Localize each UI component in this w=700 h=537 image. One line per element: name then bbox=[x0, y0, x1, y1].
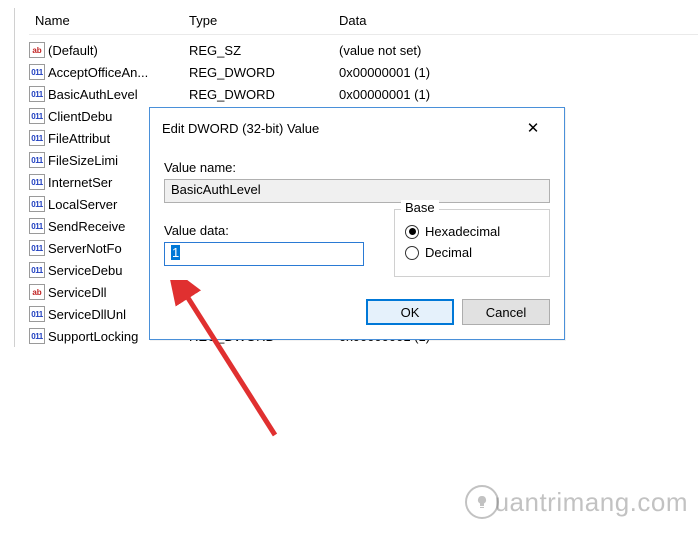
radio-icon bbox=[405, 246, 419, 260]
row-name: ServiceDllUnl bbox=[48, 307, 126, 322]
row-data: (value not set) bbox=[339, 43, 698, 58]
row-name: (Default) bbox=[48, 43, 98, 58]
row-name: FileAttribut bbox=[48, 131, 110, 146]
edit-dword-dialog: Edit DWORD (32-bit) Value ✕ Value name: … bbox=[149, 107, 565, 340]
cancel-button[interactable]: Cancel bbox=[462, 299, 550, 325]
radio-decimal[interactable]: Decimal bbox=[405, 245, 539, 260]
close-icon: ✕ bbox=[527, 119, 540, 137]
base-legend: Base bbox=[401, 200, 439, 215]
reg-binary-icon bbox=[29, 174, 45, 190]
value-data-label: Value data: bbox=[164, 223, 364, 238]
watermark: uantrimang.com bbox=[465, 485, 688, 519]
row-name: SupportLocking bbox=[48, 329, 138, 344]
ok-button[interactable]: OK bbox=[366, 299, 454, 325]
bulb-icon bbox=[465, 485, 499, 519]
row-data: 0x00000001 (1) bbox=[339, 65, 698, 80]
reg-binary-icon bbox=[29, 218, 45, 234]
col-header-data[interactable]: Data bbox=[339, 13, 698, 28]
row-name: ClientDebu bbox=[48, 109, 112, 124]
radio-label: Hexadecimal bbox=[425, 224, 500, 239]
registry-row[interactable]: BasicAuthLevel REG_DWORD0x00000001 (1) bbox=[29, 83, 698, 105]
watermark-text: uantrimang.com bbox=[495, 487, 688, 518]
col-header-type[interactable]: Type bbox=[189, 13, 339, 28]
reg-binary-icon bbox=[29, 108, 45, 124]
value-data-input[interactable]: 1 bbox=[164, 242, 364, 266]
reg-string-icon: ab bbox=[29, 42, 45, 58]
reg-string-icon: ab bbox=[29, 284, 45, 300]
value-name-field: BasicAuthLevel bbox=[164, 179, 550, 203]
registry-row[interactable]: ab(Default) REG_SZ(value not set) bbox=[29, 39, 698, 61]
row-name: BasicAuthLevel bbox=[48, 87, 138, 102]
row-name: FileSizeLimi bbox=[48, 153, 118, 168]
reg-binary-icon bbox=[29, 152, 45, 168]
row-name: ServerNotFo bbox=[48, 241, 122, 256]
reg-binary-icon bbox=[29, 328, 45, 344]
row-name: LocalServer bbox=[48, 197, 117, 212]
close-button[interactable]: ✕ bbox=[512, 116, 554, 140]
row-type: REG_DWORD bbox=[189, 65, 339, 80]
reg-binary-icon bbox=[29, 130, 45, 146]
registry-row[interactable]: AcceptOfficeAn... REG_DWORD0x00000001 (1) bbox=[29, 61, 698, 83]
row-data: 0x00000001 (1) bbox=[339, 87, 698, 102]
dialog-title: Edit DWORD (32-bit) Value bbox=[162, 121, 319, 136]
reg-binary-icon bbox=[29, 64, 45, 80]
reg-binary-icon bbox=[29, 306, 45, 322]
value-name-label: Value name: bbox=[164, 160, 550, 175]
base-group: Base Hexadecimal Decimal bbox=[394, 209, 550, 277]
row-name: SendReceive bbox=[48, 219, 125, 234]
row-name: ServiceDebu bbox=[48, 263, 122, 278]
row-name: ServiceDll bbox=[48, 285, 107, 300]
row-type: REG_DWORD bbox=[189, 87, 339, 102]
col-header-name[interactable]: Name bbox=[29, 13, 189, 28]
radio-icon bbox=[405, 225, 419, 239]
radio-hexadecimal[interactable]: Hexadecimal bbox=[405, 224, 539, 239]
row-type: REG_SZ bbox=[189, 43, 339, 58]
reg-binary-icon bbox=[29, 262, 45, 278]
row-name: InternetSer bbox=[48, 175, 112, 190]
column-headers: Name Type Data bbox=[29, 8, 698, 35]
radio-label: Decimal bbox=[425, 245, 472, 260]
reg-binary-icon bbox=[29, 196, 45, 212]
row-name: AcceptOfficeAn... bbox=[48, 65, 148, 80]
reg-binary-icon bbox=[29, 240, 45, 256]
reg-binary-icon bbox=[29, 86, 45, 102]
